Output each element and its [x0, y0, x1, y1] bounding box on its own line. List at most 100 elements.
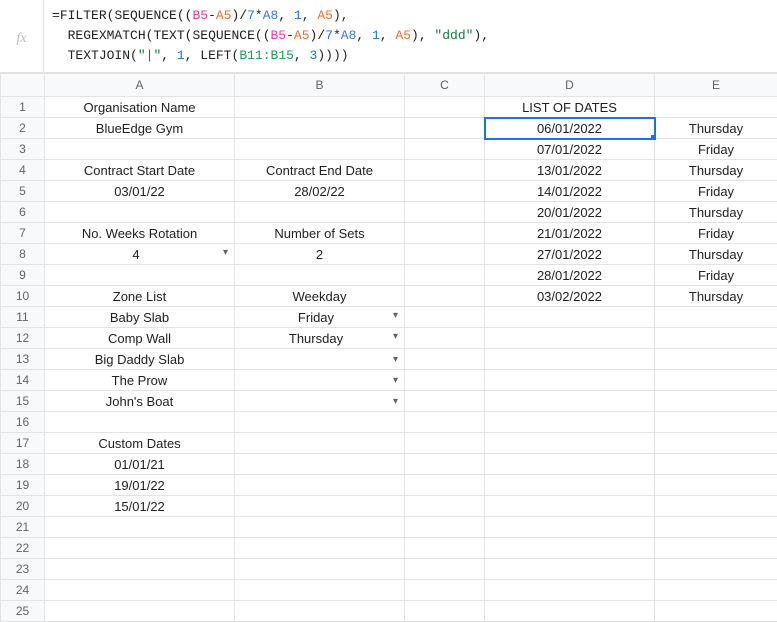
cell-C6[interactable] — [405, 202, 485, 223]
cell-E14[interactable] — [655, 370, 777, 391]
cell-D6[interactable]: 20/01/2022 — [485, 202, 655, 223]
cell-B1[interactable] — [235, 97, 405, 118]
row-header[interactable]: 18 — [1, 454, 45, 475]
cell-E16[interactable] — [655, 412, 777, 433]
cell-D15[interactable] — [485, 391, 655, 412]
cell-C10[interactable] — [405, 286, 485, 307]
row-header[interactable]: 1 — [1, 97, 45, 118]
cell-E9[interactable]: Friday — [655, 265, 777, 286]
col-header-C[interactable]: C — [405, 74, 485, 97]
cell-E2[interactable]: Thursday — [655, 118, 777, 139]
row-header[interactable]: 12 — [1, 328, 45, 349]
cell-E11[interactable] — [655, 307, 777, 328]
cell-D5[interactable]: 14/01/2022 — [485, 181, 655, 202]
row-header[interactable]: 24 — [1, 580, 45, 601]
cell-B6[interactable] — [235, 202, 405, 223]
cell-A5[interactable]: 03/01/22 — [45, 181, 235, 202]
row-header[interactable]: 23 — [1, 559, 45, 580]
cell-E5[interactable]: Friday — [655, 181, 777, 202]
cell-E4[interactable]: Thursday — [655, 160, 777, 181]
chevron-down-icon[interactable]: ▾ — [393, 310, 398, 321]
cell-C8[interactable] — [405, 244, 485, 265]
cell-D1[interactable]: LIST OF DATES — [485, 97, 655, 118]
cell-D18[interactable] — [485, 454, 655, 475]
cell-C17[interactable] — [405, 433, 485, 454]
row-header[interactable]: 4 — [1, 160, 45, 181]
chevron-down-icon[interactable]: ▾ — [223, 247, 228, 258]
col-header-A[interactable]: A — [45, 74, 235, 97]
cell-C11[interactable] — [405, 307, 485, 328]
cell-A14[interactable]: The Prow — [45, 370, 235, 391]
row-header[interactable]: 19 — [1, 475, 45, 496]
spreadsheet-grid[interactable]: A B C D E 1Organisation NameLIST OF DATE… — [0, 73, 777, 622]
cell-B25[interactable] — [235, 601, 405, 622]
cell-E3[interactable]: Friday — [655, 139, 777, 160]
cell-A23[interactable] — [45, 559, 235, 580]
chevron-down-icon[interactable]: ▾ — [393, 331, 398, 342]
cell-E21[interactable] — [655, 517, 777, 538]
cell-B8[interactable]: 2 — [235, 244, 405, 265]
cell-C21[interactable] — [405, 517, 485, 538]
cell-D2[interactable]: 06/01/2022 — [485, 118, 655, 139]
col-header-E[interactable]: E — [655, 74, 777, 97]
cell-B11[interactable]: Friday▾ — [235, 307, 405, 328]
cell-A9[interactable] — [45, 265, 235, 286]
cell-B15[interactable]: ▾ — [235, 391, 405, 412]
row-header[interactable]: 13 — [1, 349, 45, 370]
cell-A10[interactable]: Zone List — [45, 286, 235, 307]
col-header-D[interactable]: D — [485, 74, 655, 97]
cell-A22[interactable] — [45, 538, 235, 559]
cell-B5[interactable]: 28/02/22 — [235, 181, 405, 202]
cell-A16[interactable] — [45, 412, 235, 433]
cell-B16[interactable] — [235, 412, 405, 433]
cell-B2[interactable] — [235, 118, 405, 139]
row-header[interactable]: 3 — [1, 139, 45, 160]
cell-E1[interactable] — [655, 97, 777, 118]
cell-C12[interactable] — [405, 328, 485, 349]
cell-A21[interactable] — [45, 517, 235, 538]
cell-D16[interactable] — [485, 412, 655, 433]
cell-B9[interactable] — [235, 265, 405, 286]
cell-A11[interactable]: Baby Slab — [45, 307, 235, 328]
cell-B12[interactable]: Thursday▾ — [235, 328, 405, 349]
row-header[interactable]: 8 — [1, 244, 45, 265]
cell-D12[interactable] — [485, 328, 655, 349]
cell-D4[interactable]: 13/01/2022 — [485, 160, 655, 181]
cell-D25[interactable] — [485, 601, 655, 622]
cell-D19[interactable] — [485, 475, 655, 496]
cell-C2[interactable] — [405, 118, 485, 139]
cell-E25[interactable] — [655, 601, 777, 622]
cell-B10[interactable]: Weekday — [235, 286, 405, 307]
chevron-down-icon[interactable]: ▾ — [393, 375, 398, 386]
cell-A24[interactable] — [45, 580, 235, 601]
cell-B23[interactable] — [235, 559, 405, 580]
cell-E10[interactable]: Thursday — [655, 286, 777, 307]
formula-input[interactable]: =FILTER(SEQUENCE((B5-A5)/7*A8, 1, A5), R… — [44, 0, 497, 72]
cell-A8[interactable]: 4▾ — [45, 244, 235, 265]
cell-E22[interactable] — [655, 538, 777, 559]
cell-B7[interactable]: Number of Sets — [235, 223, 405, 244]
cell-E17[interactable] — [655, 433, 777, 454]
cell-C7[interactable] — [405, 223, 485, 244]
cell-D10[interactable]: 03/02/2022 — [485, 286, 655, 307]
cell-C25[interactable] — [405, 601, 485, 622]
cell-C4[interactable] — [405, 160, 485, 181]
cell-E12[interactable] — [655, 328, 777, 349]
row-header[interactable]: 20 — [1, 496, 45, 517]
cell-B17[interactable] — [235, 433, 405, 454]
cell-D24[interactable] — [485, 580, 655, 601]
cell-A18[interactable]: 01/01/21 — [45, 454, 235, 475]
cell-A3[interactable] — [45, 139, 235, 160]
cell-D23[interactable] — [485, 559, 655, 580]
cell-D17[interactable] — [485, 433, 655, 454]
chevron-down-icon[interactable]: ▾ — [393, 354, 398, 365]
row-header[interactable]: 2 — [1, 118, 45, 139]
cell-A12[interactable]: Comp Wall — [45, 328, 235, 349]
cell-D14[interactable] — [485, 370, 655, 391]
select-all-corner[interactable] — [1, 74, 45, 97]
chevron-down-icon[interactable]: ▾ — [393, 396, 398, 407]
cell-A7[interactable]: No. Weeks Rotation — [45, 223, 235, 244]
cell-C1[interactable] — [405, 97, 485, 118]
cell-C15[interactable] — [405, 391, 485, 412]
row-header[interactable]: 7 — [1, 223, 45, 244]
